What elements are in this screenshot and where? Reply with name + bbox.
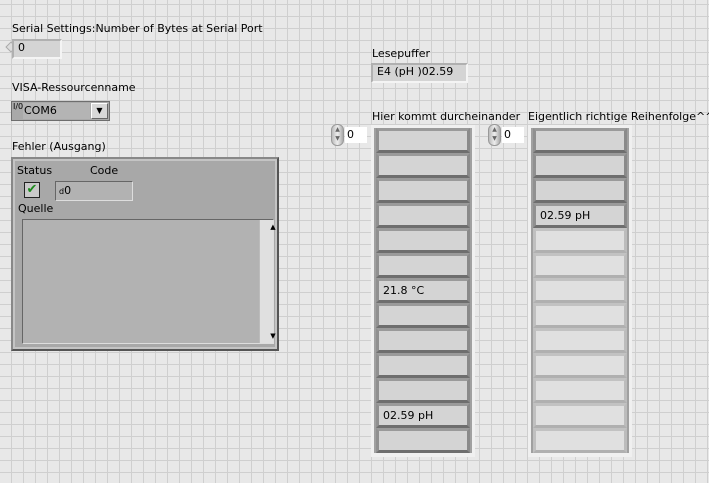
error-cluster: Status Code ✔ d0 Quelle ▲ ▼ bbox=[11, 157, 279, 351]
array-element bbox=[376, 178, 470, 203]
scroll-down-icon[interactable]: ▼ bbox=[267, 332, 280, 340]
array-element bbox=[533, 428, 627, 453]
array-element bbox=[533, 303, 627, 328]
array-element bbox=[533, 278, 627, 303]
array-element bbox=[376, 378, 470, 403]
array-element bbox=[533, 353, 627, 378]
source-textbox[interactable]: ▲ ▼ bbox=[22, 219, 276, 344]
array-element bbox=[376, 128, 470, 153]
array-element bbox=[376, 353, 470, 378]
scroll-up-icon[interactable]: ▲ bbox=[267, 223, 280, 231]
visa-label: VISA-Ressourcenname bbox=[12, 81, 136, 94]
array-element bbox=[376, 428, 470, 453]
array-element bbox=[533, 178, 627, 203]
array-right: 02.59 pH bbox=[528, 125, 632, 457]
source-label: Quelle bbox=[18, 202, 54, 215]
array-element: 02.59 pH bbox=[533, 203, 627, 228]
spinner-icon[interactable]: ▲ ▼ bbox=[331, 124, 344, 146]
array-element bbox=[376, 203, 470, 228]
checkmark-icon: ✔ bbox=[24, 182, 40, 198]
bytes-indicator: 0 bbox=[12, 39, 62, 59]
array-element bbox=[533, 403, 627, 428]
array-element bbox=[533, 128, 627, 153]
array-element bbox=[533, 328, 627, 353]
array-element: 21.8 °C bbox=[376, 278, 470, 303]
buffer-label: Lesepuffer bbox=[372, 47, 431, 60]
array-element bbox=[533, 153, 627, 178]
code-label: Code bbox=[90, 164, 119, 177]
array-element bbox=[533, 253, 627, 278]
error-label: Fehler (Ausgang) bbox=[12, 140, 106, 153]
io-icon: I/0 bbox=[13, 102, 24, 111]
chevron-down-icon[interactable]: ▼ bbox=[91, 103, 108, 119]
status-label: Status bbox=[17, 164, 53, 177]
scrollbar[interactable]: ▲ ▼ bbox=[259, 220, 276, 343]
array-element bbox=[376, 328, 470, 353]
code-indicator: d0 bbox=[55, 181, 133, 201]
array-element: 02.59 pH bbox=[376, 403, 470, 428]
bytes-label: Serial Settings:Number of Bytes at Seria… bbox=[12, 22, 263, 35]
spinner-icon[interactable]: ▲ ▼ bbox=[488, 124, 501, 146]
visa-resource-control[interactable]: I/0 COM6 ▼ bbox=[11, 101, 110, 121]
buffer-indicator: E4 (pH )02.59 bbox=[371, 63, 468, 83]
array-element bbox=[376, 228, 470, 253]
array-element bbox=[376, 303, 470, 328]
array-element bbox=[533, 228, 627, 253]
array-element bbox=[376, 153, 470, 178]
array-element bbox=[376, 253, 470, 278]
array-left: 21.8 °C 02.59 pH bbox=[371, 125, 475, 457]
array-right-label: Eigentlich richtige Reihenfolge^^ bbox=[528, 110, 709, 123]
visa-value[interactable]: COM6 bbox=[23, 103, 90, 119]
array-left-label: Hier kommt durcheinander bbox=[372, 110, 521, 123]
array-element bbox=[533, 378, 627, 403]
